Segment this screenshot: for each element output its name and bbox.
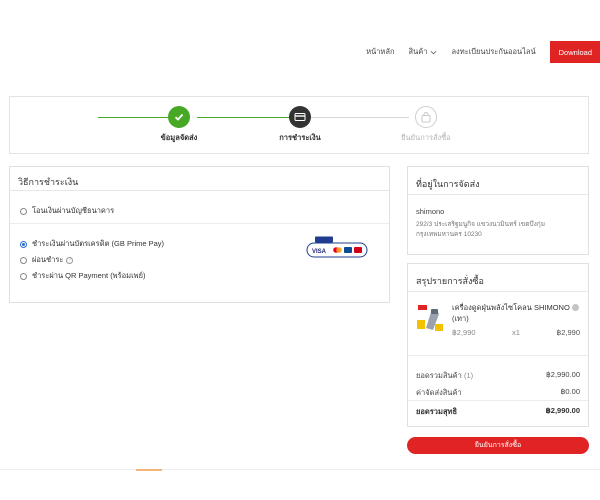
checkout-steps: ข้อมูลจัดส่ง การชำระเงิน ยืนยันการสั่งซื… bbox=[9, 96, 589, 154]
chevron-down-icon bbox=[431, 50, 437, 54]
visa-text: VISA bbox=[312, 249, 327, 255]
footer-accent bbox=[136, 469, 162, 471]
shopping-bag-icon bbox=[415, 106, 437, 128]
credit-card-label: ชำระเงินผ่านบัตรเครดิต (GB Prime Pay) bbox=[32, 239, 165, 248]
product-color: (เทา) bbox=[452, 314, 469, 323]
qr-payment-label: ชำระผ่าน QR Payment (พร้อมเพย์) bbox=[32, 271, 146, 280]
subtotal-row: ยอดรวมสินค้า (1) ฿2,990.00 bbox=[416, 370, 580, 382]
payment-method-title: วิธีการชำระเงิน bbox=[10, 167, 389, 191]
subtotal-value: ฿2,990.00 bbox=[546, 370, 580, 379]
product-name[interactable]: เครื่องดูดฝุ่นพลังไซโคลน SHIMONO (เทา) bbox=[452, 302, 584, 324]
step-confirm-order: ยืนยันการสั่งซื้อ bbox=[381, 106, 471, 144]
nav-products-menu[interactable]: สินค้า bbox=[409, 46, 438, 58]
divider bbox=[408, 400, 588, 401]
check-icon bbox=[168, 106, 190, 128]
qr-payment-radio[interactable] bbox=[20, 272, 27, 280]
order-summary-panel: สรุปรายการสั่งซื้อ เครื่องดูดฝุ่นพลังไซโ… bbox=[407, 263, 589, 427]
step-shipping-info: ข้อมูลจัดส่ง bbox=[134, 106, 224, 144]
product-thumbnail bbox=[416, 302, 444, 334]
address-line-1: 292/3 ประเสริฐมนูกิจ แขวงนวมินทร์ เขตบึง… bbox=[416, 221, 545, 228]
nav-home-link[interactable]: หน้าหลัก bbox=[366, 46, 394, 58]
nav-products-label: สินค้า bbox=[408, 47, 428, 56]
shipping-label: ค่าจัดส่งสินค้า bbox=[416, 388, 462, 397]
payment-method-panel: วิธีการชำระเงิน โอนเงินผ่านบัญชีธนาคาร ช… bbox=[9, 166, 390, 303]
download-button[interactable]: Download bbox=[549, 41, 600, 63]
subtotal-label-group: ยอดรวมสินค้า (1) bbox=[416, 370, 473, 382]
grand-total-value: ฿2,990.00 bbox=[545, 406, 580, 415]
credit-card-icon bbox=[289, 106, 311, 128]
nav-warranty-link[interactable]: ลงทะเบียนประกันออนไลน์ bbox=[451, 46, 535, 58]
bank-transfer-radio[interactable] bbox=[20, 207, 27, 215]
step-label: การชำระเงิน bbox=[279, 133, 321, 142]
installment-option[interactable]: ผ่อนชำระ ? bbox=[20, 254, 74, 266]
subtotal-label: ยอดรวมสินค้า bbox=[416, 371, 462, 380]
bank-transfer-option[interactable]: โอนเงินผ่านบัญชีธนาคาร bbox=[20, 205, 114, 217]
product-unit-price: ฿2,990 bbox=[452, 328, 476, 337]
shipping-address-panel: ที่อยู่ในการจัดส่ง shimono 292/3 ประเสริ… bbox=[407, 166, 589, 255]
subtotal-count: (1) bbox=[463, 371, 474, 380]
help-icon[interactable]: ? bbox=[66, 256, 74, 264]
shipping-address-title: ที่อยู่ในการจัดส่ง bbox=[408, 167, 588, 195]
credit-card-option[interactable]: ชำระเงินผ่านบัตรเครดิต (GB Prime Pay) bbox=[20, 238, 164, 250]
divider bbox=[10, 223, 389, 224]
divider bbox=[408, 355, 588, 356]
recipient-name: shimono bbox=[416, 207, 445, 216]
footer-divider bbox=[0, 469, 600, 470]
installment-label: ผ่อนชำระ bbox=[32, 255, 64, 264]
shipping-value: ฿0.00 bbox=[560, 387, 580, 396]
product-line-total: ฿2,990 bbox=[556, 328, 580, 337]
confirm-order-button[interactable]: ยืนยันการสั่งซื้อ bbox=[407, 437, 589, 454]
product-name-text: เครื่องดูดฝุ่นพลังไซโคลน SHIMONO bbox=[452, 303, 570, 312]
installment-radio[interactable] bbox=[20, 256, 27, 264]
step-label: ยืนยันการสั่งซื้อ bbox=[401, 133, 451, 142]
bank-transfer-label: โอนเงินผ่านบัญชีธนาคาร bbox=[32, 206, 115, 215]
color-swatch bbox=[571, 304, 579, 311]
gb-pay-cards-logo: VISA bbox=[306, 236, 368, 258]
grand-total-label: ยอดรวมสุทธิ bbox=[416, 407, 458, 416]
top-nav: หน้าหลัก สินค้า ลงทะเบียนประกันออนไลน์ D… bbox=[366, 41, 600, 63]
header: หน้าหลัก สินค้า ลงทะเบียนประกันออนไลน์ D… bbox=[0, 0, 600, 66]
grand-total-row: ยอดรวมสุทธิ ฿2,990.00 bbox=[416, 406, 580, 418]
address-line-2: กรุงเทพมหานคร 10230 bbox=[416, 231, 482, 238]
shipping-row: ค่าจัดส่งสินค้า ฿0.00 bbox=[416, 387, 580, 399]
qr-payment-option[interactable]: ชำระผ่าน QR Payment (พร้อมเพย์) bbox=[20, 270, 146, 282]
product-quantity: x1 bbox=[512, 328, 520, 337]
order-summary-title: สรุปรายการสั่งซื้อ bbox=[408, 264, 588, 292]
step-label: ข้อมูลจัดส่ง bbox=[160, 133, 198, 142]
credit-card-radio[interactable] bbox=[20, 240, 27, 248]
step-payment: การชำระเงิน bbox=[255, 106, 345, 144]
